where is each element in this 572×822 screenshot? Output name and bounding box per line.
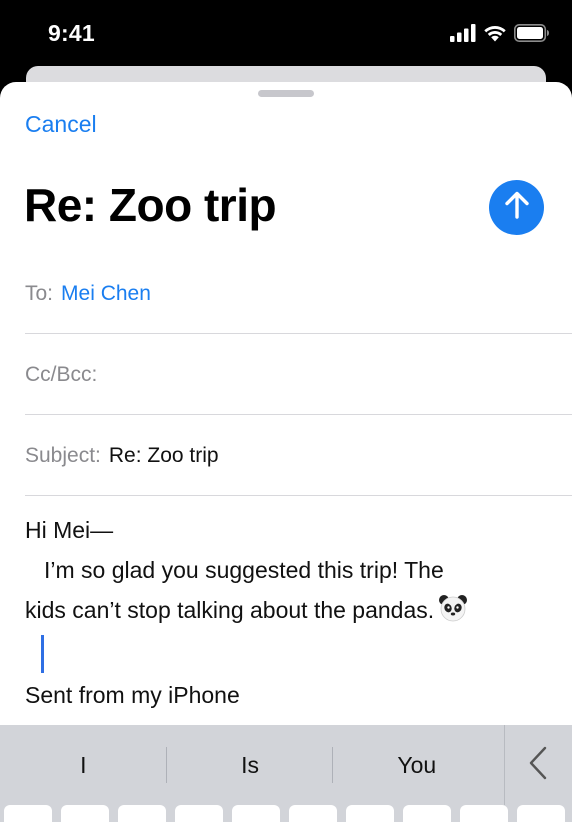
- keyboard-key[interactable]: [346, 805, 394, 822]
- subject-label: Subject:: [25, 443, 101, 467]
- compose-sheet: Cancel Re: Zoo trip To: Mei Chen Cc/Bcc:…: [0, 82, 572, 822]
- keyboard-key[interactable]: [289, 805, 337, 822]
- keyboard-key[interactable]: [118, 805, 166, 822]
- body-line-1: I’m so glad you suggested this trip! The: [44, 557, 444, 583]
- status-time: 9:41: [48, 20, 95, 46]
- subject-field[interactable]: Subject: Re: Zoo trip: [25, 416, 572, 496]
- keyboard-key[interactable]: [61, 805, 109, 822]
- cancel-button[interactable]: Cancel: [25, 111, 97, 138]
- mail-compose-screen: 9:41 Cancel Re: Zoo trip To: Mei Chen Cc…: [0, 0, 572, 822]
- body-line-2-container: kids can’t stop talking about the pandas…: [25, 590, 555, 635]
- sheet-grabber[interactable]: [258, 90, 314, 97]
- text-cursor: [41, 635, 44, 673]
- status-icons: [450, 23, 550, 47]
- keyboard-key[interactable]: [517, 805, 565, 822]
- panda-face-icon: [438, 593, 468, 635]
- predictive-bar: I Is You: [0, 725, 572, 805]
- message-body[interactable]: Hi Mei— I’m so glad you suggested this t…: [25, 510, 555, 715]
- keyboard-key[interactable]: [232, 805, 280, 822]
- suggestion-2[interactable]: Is: [167, 725, 334, 805]
- keyboard: I Is You: [0, 725, 572, 822]
- send-button[interactable]: [489, 180, 544, 235]
- body-line-2: kids can’t stop talking about the pandas…: [25, 597, 435, 623]
- collapse-suggestions-button[interactable]: [504, 725, 572, 805]
- compose-title: Re: Zoo trip: [24, 179, 277, 231]
- suggestion-3[interactable]: You: [333, 725, 500, 805]
- keyboard-key[interactable]: [175, 805, 223, 822]
- keyboard-key[interactable]: [403, 805, 451, 822]
- status-bar: 9:41: [0, 0, 572, 66]
- cc-bcc-field[interactable]: Cc/Bcc:: [25, 335, 572, 415]
- keyboard-key[interactable]: [4, 805, 52, 822]
- arrow-up-icon: [503, 190, 531, 225]
- recipient-token[interactable]: Mei Chen: [61, 282, 151, 306]
- suggestion-1[interactable]: I: [0, 725, 167, 805]
- chevron-left-icon: [528, 746, 548, 785]
- to-field[interactable]: To: Mei Chen: [25, 254, 572, 334]
- cellular-signal-icon: [450, 23, 476, 47]
- keyboard-key-row: [4, 805, 565, 822]
- body-signature: Sent from my iPhone: [25, 682, 240, 708]
- wifi-icon: [483, 24, 507, 47]
- keyboard-key[interactable]: [460, 805, 508, 822]
- body-greeting: Hi Mei—: [25, 517, 114, 543]
- cc-bcc-label: Cc/Bcc:: [25, 362, 98, 386]
- subject-value[interactable]: Re: Zoo trip: [109, 444, 219, 468]
- battery-icon: [514, 23, 550, 47]
- to-label: To:: [25, 281, 54, 305]
